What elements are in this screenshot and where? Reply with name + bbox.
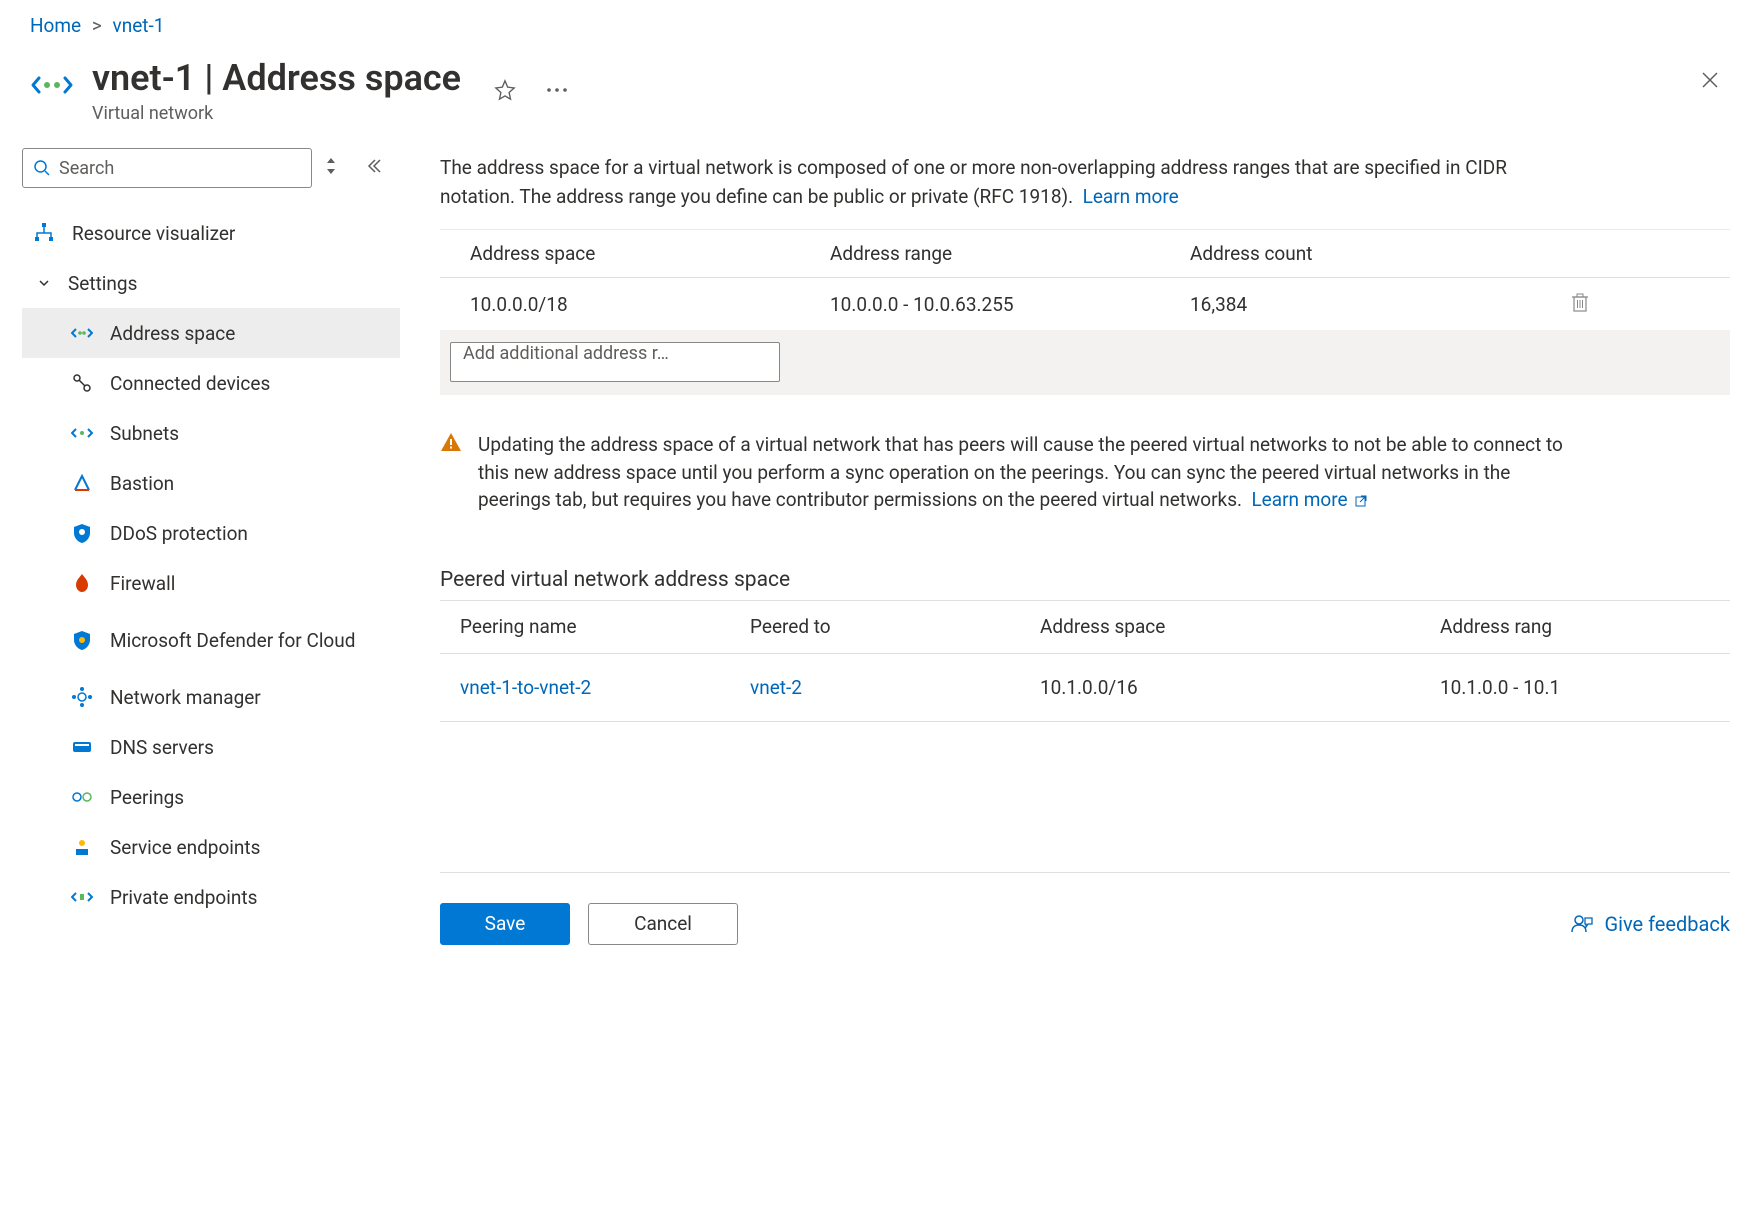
warning-banner: Updating the address space of a virtual … xyxy=(440,431,1730,514)
give-feedback-link[interactable]: Give feedback xyxy=(1570,912,1730,936)
sidebar: Search Resource visualizer Settings xyxy=(0,144,400,945)
col-peer-range: Address rang xyxy=(1440,615,1640,638)
learn-more-link[interactable]: Learn more xyxy=(1083,185,1179,208)
description-body: The address space for a virtual network … xyxy=(440,156,1507,208)
page-subtitle: Virtual network xyxy=(92,103,1700,124)
breadcrumb-resource[interactable]: vnet-1 xyxy=(113,14,165,37)
sort-toggle-icon[interactable] xyxy=(324,156,338,181)
nav-defender[interactable]: Microsoft Defender for Cloud xyxy=(22,608,400,672)
nav-connected-devices[interactable]: Connected devices xyxy=(22,358,400,408)
cell-space: 10.0.0.0/18 xyxy=(470,293,830,316)
nav-service-endpoints[interactable]: Service endpoints xyxy=(22,822,400,872)
page-title: vnet-1 | Address space xyxy=(92,57,461,99)
defender-shield-icon xyxy=(70,628,94,652)
nav-label: Network manager xyxy=(110,686,261,709)
nav-network-manager[interactable]: Network manager xyxy=(22,672,400,722)
col-address-range: Address range xyxy=(830,242,1190,265)
main-content: The address space for a virtual network … xyxy=(400,144,1750,945)
subnets-icon xyxy=(70,421,94,445)
nav-label: Resource visualizer xyxy=(72,222,235,245)
favorite-star-icon[interactable] xyxy=(491,76,519,104)
col-address-space: Address space xyxy=(470,242,830,265)
cell-range: 10.0.0.0 - 10.0.63.255 xyxy=(830,293,1190,316)
dns-icon xyxy=(70,735,94,759)
feedback-label: Give feedback xyxy=(1604,912,1730,936)
peer-range-cell: 10.1.0.0 - 10.1 xyxy=(1440,676,1640,699)
nav-peerings[interactable]: Peerings xyxy=(22,772,400,822)
nav-label: Subnets xyxy=(110,422,179,445)
firewall-icon xyxy=(70,571,94,595)
nav-address-space[interactable]: Address space xyxy=(22,308,400,358)
nav-bastion[interactable]: Bastion xyxy=(22,458,400,508)
more-ellipsis-icon[interactable] xyxy=(543,76,571,104)
nav-label: Address space xyxy=(110,322,235,345)
cancel-button[interactable]: Cancel xyxy=(588,903,738,945)
warning-learn-more-link[interactable]: Learn more xyxy=(1251,488,1368,511)
nav-dns-servers[interactable]: DNS servers xyxy=(22,722,400,772)
feedback-icon xyxy=(1570,912,1594,936)
breadcrumb-separator: > xyxy=(92,14,102,37)
breadcrumb-home[interactable]: Home xyxy=(30,14,81,37)
peered-to-link[interactable]: vnet-2 xyxy=(750,676,1040,699)
peered-table: Peering name Peered to Address space Add… xyxy=(440,600,1730,722)
private-endpoints-icon xyxy=(70,885,94,909)
nav-label: Peerings xyxy=(110,786,184,809)
footer-bar: Save Cancel Give feedback xyxy=(440,872,1730,945)
peered-table-header: Peering name Peered to Address space Add… xyxy=(440,600,1730,654)
delete-row-icon[interactable] xyxy=(1550,292,1610,317)
add-address-row: Add additional address r… xyxy=(440,330,1730,395)
save-button[interactable]: Save xyxy=(440,903,570,945)
nav-label: DDoS protection xyxy=(110,522,248,545)
nav-label: Bastion xyxy=(110,472,174,495)
close-icon[interactable] xyxy=(1700,67,1720,97)
nav-section-label: Settings xyxy=(68,272,137,295)
search-placeholder: Search xyxy=(59,158,114,179)
col-peer-space: Address space xyxy=(1040,615,1440,638)
search-input[interactable]: Search xyxy=(22,148,312,188)
nav-label: Service endpoints xyxy=(110,836,260,859)
network-manager-icon xyxy=(70,685,94,709)
col-address-count: Address count xyxy=(1190,242,1550,265)
nav-label: Microsoft Defender for Cloud xyxy=(110,629,355,652)
warning-text: Updating the address space of a virtual … xyxy=(478,433,1563,511)
peered-row: vnet-1-to-vnet-2 vnet-2 10.1.0.0/16 10.1… xyxy=(440,654,1730,722)
col-peering-name: Peering name xyxy=(460,615,750,638)
bastion-icon xyxy=(70,471,94,495)
nav-ddos-protection[interactable]: DDoS protection xyxy=(22,508,400,558)
nav-resource-visualizer[interactable]: Resource visualizer xyxy=(22,208,400,258)
description-text: The address space for a virtual network … xyxy=(440,154,1550,211)
resource-visualizer-icon xyxy=(32,221,56,245)
search-icon xyxy=(33,159,51,177)
peering-name-link[interactable]: vnet-1-to-vnet-2 xyxy=(460,676,750,699)
ddos-shield-icon xyxy=(70,521,94,545)
nav-section-settings[interactable]: Settings xyxy=(22,258,400,308)
nav-label: Connected devices xyxy=(110,372,270,395)
address-table-header: Address space Address range Address coun… xyxy=(440,230,1730,278)
collapse-sidebar-icon[interactable] xyxy=(364,156,382,180)
breadcrumb: Home > vnet-1 xyxy=(0,0,1750,47)
address-space-table: Address space Address range Address coun… xyxy=(440,229,1730,395)
nav-label: Private endpoints xyxy=(110,886,257,909)
peerings-icon xyxy=(70,785,94,809)
connected-devices-icon xyxy=(70,371,94,395)
vnet-icon xyxy=(30,63,74,107)
nav-subnets[interactable]: Subnets xyxy=(22,408,400,458)
nav-private-endpoints[interactable]: Private endpoints xyxy=(22,872,400,922)
col-peered-to: Peered to xyxy=(750,615,1040,638)
chevron-down-icon xyxy=(32,276,56,290)
cell-count: 16,384 xyxy=(1190,293,1550,316)
page-header: vnet-1 | Address space Virtual network xyxy=(0,47,1750,144)
address-space-icon xyxy=(70,321,94,345)
nav-label: DNS servers xyxy=(110,736,214,759)
peer-space-cell: 10.1.0.0/16 xyxy=(1040,676,1440,699)
add-address-input[interactable]: Add additional address r… xyxy=(450,342,780,382)
nav-firewall[interactable]: Firewall xyxy=(22,558,400,608)
nav-label: Firewall xyxy=(110,572,175,595)
peered-section-title: Peered virtual network address space xyxy=(440,568,1730,592)
address-row: 10.0.0.0/18 10.0.0.0 - 10.0.63.255 16,38… xyxy=(440,278,1730,330)
warning-icon xyxy=(440,431,462,514)
service-endpoints-icon xyxy=(70,835,94,859)
